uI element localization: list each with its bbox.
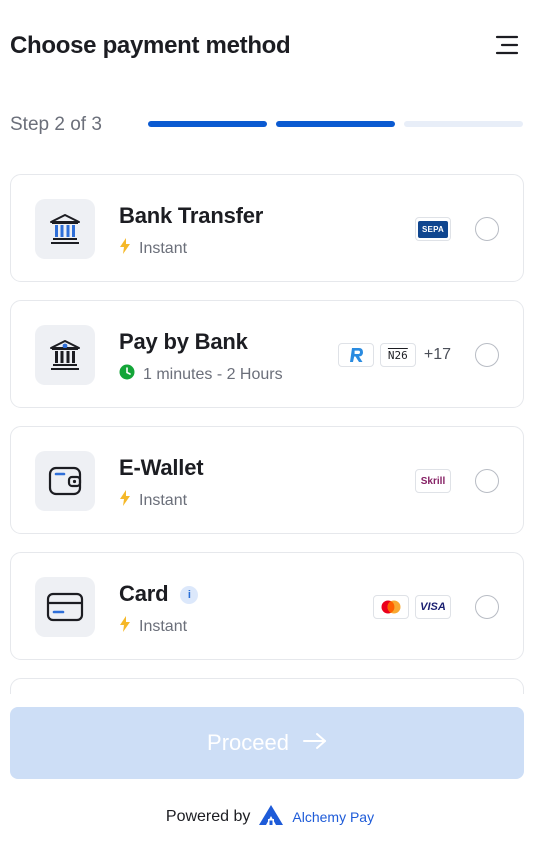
brand-name[interactable]: Alchemy Pay (292, 809, 374, 825)
clock-icon (119, 364, 135, 385)
bank-icon (35, 199, 95, 259)
more-providers-count: +17 (423, 346, 451, 363)
skrill-logo: Skrill (415, 469, 451, 493)
provider-badges: SEPA (415, 217, 451, 241)
proceed-button[interactable]: Proceed (10, 707, 524, 779)
speed-label: Instant (139, 617, 188, 635)
step-label: Step 2 of 3 (10, 114, 102, 135)
payment-option-name: Bank Transfer (119, 203, 264, 228)
payment-method-list: Bank Transfer Instant SEPA Pay by Bank 1… (10, 174, 524, 694)
n26-logo: N26 (379, 343, 416, 367)
provider-badges: VISA (373, 595, 451, 619)
footer: Powered by Alchemy Pay (0, 804, 540, 830)
payment-option-partial[interactable] (10, 678, 524, 694)
payment-option-pay-by-bank[interactable]: Pay by Bank 1 minutes - 2 Hours N26 +17 (10, 300, 524, 408)
progress-segment-2 (276, 121, 395, 127)
lightning-icon (119, 490, 131, 511)
payment-option-name: Card i (119, 581, 199, 607)
payment-option-name: Pay by Bank (119, 329, 248, 354)
select-radio[interactable] (475, 595, 499, 619)
step-indicator: Step 2 of 3 (10, 112, 524, 136)
speed-label: 1 minutes - 2 Hours (143, 365, 283, 383)
progress-bar (148, 121, 523, 127)
arrow-right-icon (302, 732, 327, 755)
provider-badges: N26 +17 (337, 343, 451, 367)
info-icon[interactable]: i (180, 586, 199, 604)
lightning-icon (119, 616, 131, 637)
proceed-label: Proceed (207, 730, 289, 755)
provider-badges: Skrill (415, 469, 451, 493)
progress-segment-3 (404, 121, 523, 127)
header: Choose payment method (10, 30, 524, 64)
payment-option-card[interactable]: Card i Instant VISA (10, 552, 524, 660)
menu-icon[interactable] (494, 33, 520, 59)
select-radio[interactable] (475, 343, 499, 367)
speed-label: Instant (139, 491, 188, 509)
payment-option-bank-transfer[interactable]: Bank Transfer Instant SEPA (10, 174, 524, 282)
mastercard-logo (373, 595, 409, 619)
payment-option-name: E-Wallet (119, 455, 204, 480)
speed-label: Instant (139, 239, 188, 257)
select-radio[interactable] (475, 469, 499, 493)
visa-logo: VISA (415, 595, 451, 619)
payment-option-e-wallet[interactable]: E-Wallet Instant Skrill (10, 426, 524, 534)
sepa-logo: SEPA (415, 217, 451, 241)
bank-euro-icon (35, 325, 95, 385)
page-title: Choose payment method (10, 32, 291, 59)
powered-by-label: Powered by (165, 808, 251, 825)
payment-option-speed: 1 minutes - 2 Hours (119, 364, 283, 385)
payment-option-speed: Instant (119, 616, 187, 637)
payment-option-speed: Instant (119, 238, 187, 259)
alchemy-pay-logo-icon (258, 804, 284, 831)
progress-segment-1 (148, 121, 267, 127)
payment-option-speed: Instant (119, 490, 187, 511)
select-radio[interactable] (475, 217, 499, 241)
card-icon (35, 577, 95, 637)
wallet-icon (35, 451, 95, 511)
lightning-icon (119, 238, 131, 259)
revolut-logo (337, 343, 374, 367)
